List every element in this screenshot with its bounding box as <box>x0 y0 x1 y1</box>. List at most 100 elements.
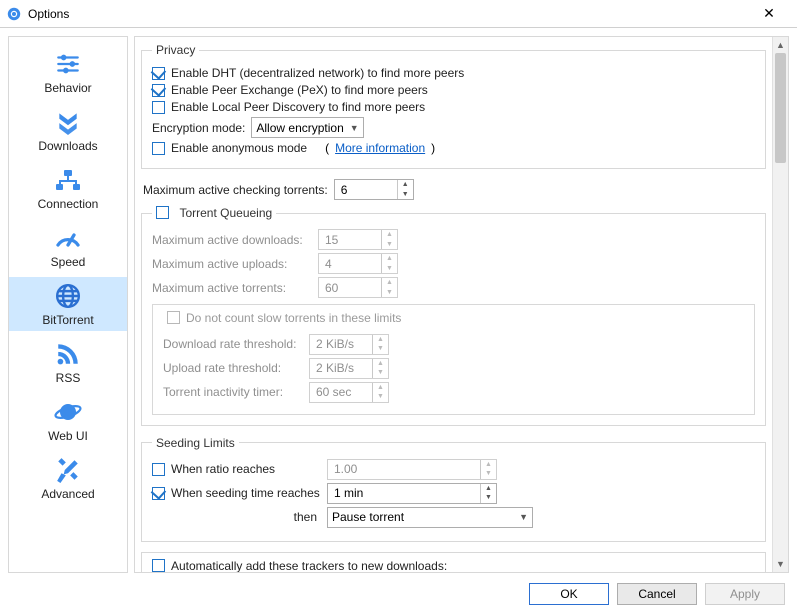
window-title: Options <box>28 7 69 21</box>
encryption-mode-label: Encryption mode: <box>152 121 245 135</box>
dl-threshold-spin: 2 KiB/s ▲▼ <box>309 334 389 355</box>
spin-down-icon: ▼ <box>382 288 397 298</box>
lpd-label[interactable]: Enable Local Peer Discovery to find more… <box>171 100 425 114</box>
vertical-scrollbar[interactable]: ▲ ▼ <box>772 37 788 572</box>
sidebar-item-rss[interactable]: RSS <box>9 335 127 389</box>
auto-trackers-label[interactable]: Automatically add these trackers to new … <box>171 559 447 573</box>
select-value: Pause torrent <box>332 510 404 524</box>
queueing-group: Torrent Queueing Maximum active download… <box>141 206 766 426</box>
scroll-thumb[interactable] <box>775 53 786 163</box>
dht-checkbox[interactable] <box>152 67 165 80</box>
settings-panel: Privacy Enable DHT (decentralized networ… <box>134 36 789 573</box>
anonymous-mode-label[interactable]: Enable anonymous mode <box>171 141 307 155</box>
sidebar-item-label: Advanced <box>41 487 94 501</box>
sidebar-item-label: RSS <box>56 371 81 385</box>
close-button[interactable]: ✕ <box>747 0 791 28</box>
ul-threshold-label: Upload rate threshold: <box>163 361 303 375</box>
spin-down-icon[interactable]: ▼ <box>398 190 413 200</box>
spin-up-icon: ▲ <box>481 460 496 470</box>
chevron-down-icon: ▼ <box>513 512 528 522</box>
spin-up-icon: ▲ <box>373 359 388 369</box>
max-uploads-spin: 4 ▲▼ <box>318 253 398 274</box>
dl-threshold-label: Download rate threshold: <box>163 337 303 351</box>
chevrons-down-icon <box>52 107 84 137</box>
inactivity-spin: 60 sec ▲▼ <box>309 382 389 403</box>
max-checking-label: Maximum active checking torrents: <box>143 183 328 197</box>
max-checking-spin[interactable]: 6 ▲▼ <box>334 179 414 200</box>
queueing-enable-checkbox[interactable] <box>156 206 169 219</box>
spin-up-icon[interactable]: ▲ <box>398 180 413 190</box>
spin-value: 2 KiB/s <box>316 361 354 375</box>
sidebar-item-label: BitTorrent <box>42 313 93 327</box>
encryption-mode-select[interactable]: Allow encryption ▼ <box>251 117 363 138</box>
slow-torrents-label: Do not count slow torrents in these limi… <box>186 311 401 325</box>
cancel-button[interactable]: Cancel <box>617 583 697 605</box>
seeding-limits-group: Seeding Limits When ratio reaches 1.00 ▲… <box>141 436 766 542</box>
ul-threshold-spin: 2 KiB/s ▲▼ <box>309 358 389 379</box>
dialog-footer: OK Cancel Apply <box>0 581 797 612</box>
anonymous-mode-info-link[interactable]: More information <box>335 141 425 155</box>
seeding-time-label[interactable]: When seeding time reaches <box>171 486 321 500</box>
then-label: then <box>171 510 321 524</box>
inactivity-label: Torrent inactivity timer: <box>163 385 303 399</box>
network-icon <box>52 165 84 195</box>
spin-value: 6 <box>341 183 348 197</box>
ratio-checkbox[interactable] <box>152 463 165 476</box>
scroll-track[interactable] <box>773 53 788 556</box>
sidebar-item-webui[interactable]: Web UI <box>9 393 127 447</box>
max-downloads-label: Maximum active downloads: <box>152 233 312 247</box>
spin-value: 1.00 <box>334 462 357 476</box>
planet-icon <box>52 397 84 427</box>
sidebar-item-advanced[interactable]: Advanced <box>9 451 127 505</box>
select-value: Allow encryption <box>256 121 343 135</box>
lpd-checkbox[interactable] <box>152 101 165 114</box>
sidebar-item-label: Behavior <box>44 81 91 95</box>
spin-up-icon: ▲ <box>382 254 397 264</box>
globe-icon <box>52 281 84 311</box>
spin-down-icon[interactable]: ▼ <box>481 493 496 503</box>
apply-button: Apply <box>705 583 785 605</box>
paren-open: ( <box>325 141 329 155</box>
ok-button[interactable]: OK <box>529 583 609 605</box>
rss-icon <box>52 339 84 369</box>
spin-down-icon: ▼ <box>481 469 496 479</box>
seeding-time-checkbox[interactable] <box>152 487 165 500</box>
queueing-legend-label[interactable]: Torrent Queueing <box>179 206 272 220</box>
spin-down-icon: ▼ <box>382 240 397 250</box>
spin-up-icon: ▲ <box>382 230 397 240</box>
chevron-down-icon: ▼ <box>344 123 359 133</box>
seeding-time-spin[interactable]: 1 min ▲▼ <box>327 483 497 504</box>
title-bar: Options ✕ <box>0 0 797 28</box>
sliders-icon <box>52 49 84 79</box>
app-icon <box>6 6 22 22</box>
gauge-icon <box>52 223 84 253</box>
category-sidebar: Behavior Downloads Connection Speed BitT… <box>8 36 128 573</box>
ratio-spin: 1.00 ▲▼ <box>327 459 497 480</box>
then-action-select[interactable]: Pause torrent ▼ <box>327 507 533 528</box>
sidebar-item-bittorrent[interactable]: BitTorrent <box>9 277 127 331</box>
auto-trackers-checkbox[interactable] <box>152 559 165 572</box>
anonymous-mode-checkbox[interactable] <box>152 142 165 155</box>
sidebar-item-connection[interactable]: Connection <box>9 161 127 215</box>
max-uploads-label: Maximum active uploads: <box>152 257 312 271</box>
spin-down-icon: ▼ <box>373 368 388 378</box>
tools-icon <box>52 455 84 485</box>
spin-up-icon: ▲ <box>373 335 388 345</box>
slow-torrents-checkbox <box>167 311 180 324</box>
spin-value: 15 <box>325 233 338 247</box>
pex-checkbox[interactable] <box>152 84 165 97</box>
scroll-down-icon[interactable]: ▼ <box>773 556 788 572</box>
spin-up-icon[interactable]: ▲ <box>481 484 496 494</box>
spin-value: 4 <box>325 257 332 271</box>
ratio-label[interactable]: When ratio reaches <box>171 462 321 476</box>
scroll-up-icon[interactable]: ▲ <box>773 37 788 53</box>
sidebar-item-behavior[interactable]: Behavior <box>9 45 127 99</box>
sidebar-item-label: Speed <box>51 255 86 269</box>
spin-value: 2 KiB/s <box>316 337 354 351</box>
sidebar-item-speed[interactable]: Speed <box>9 219 127 273</box>
pex-label[interactable]: Enable Peer Exchange (PeX) to find more … <box>171 83 428 97</box>
sidebar-item-label: Web UI <box>48 429 88 443</box>
sidebar-item-downloads[interactable]: Downloads <box>9 103 127 157</box>
sidebar-item-label: Downloads <box>38 139 97 153</box>
dht-label[interactable]: Enable DHT (decentralized network) to fi… <box>171 66 464 80</box>
